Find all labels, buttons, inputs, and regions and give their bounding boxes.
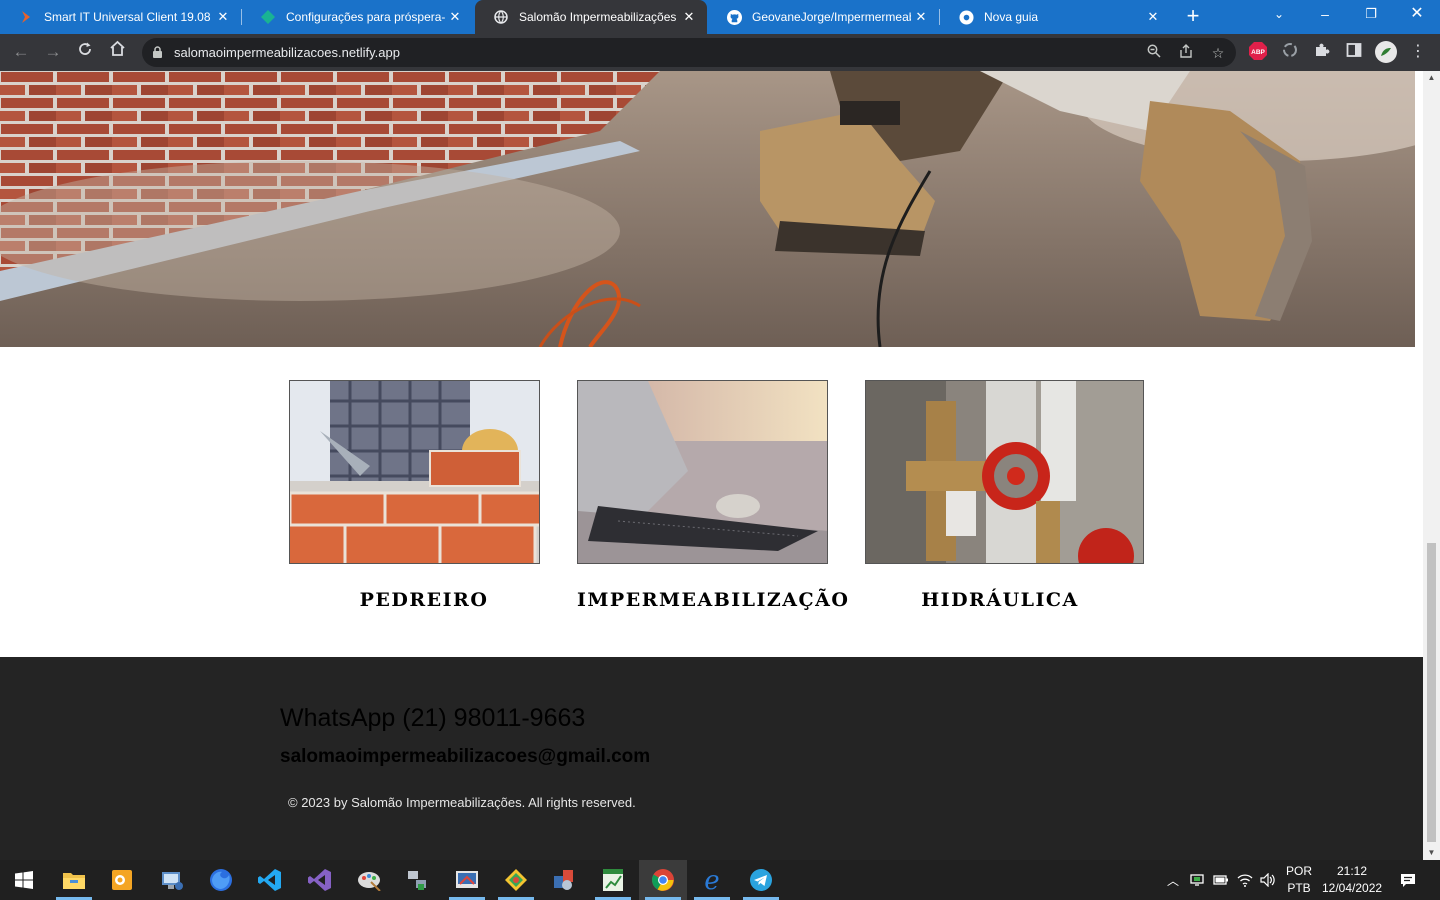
scroll-down-arrow-icon[interactable]: ▼: [1423, 846, 1440, 860]
adblock-icon[interactable]: ABP: [1248, 42, 1268, 62]
url-text: salomaoimpermeabilizacoes.netlify.app: [174, 45, 400, 60]
whatsapp-contact[interactable]: WhatsApp (21) 98011-9663: [280, 704, 585, 733]
site-footer: WhatsApp (21) 98011-9663 salomaoimpermea…: [0, 657, 1423, 860]
close-window-button[interactable]: ✕: [1394, 0, 1440, 30]
battery-icon[interactable]: [1210, 860, 1232, 900]
close-icon[interactable]: ✕: [213, 9, 233, 25]
service-image-hidraulica: [865, 380, 1144, 564]
close-icon[interactable]: ✕: [911, 9, 931, 25]
home-icon: [109, 40, 125, 56]
tab-configuracoes[interactable]: Configurações para próspera-pi ✕: [242, 0, 473, 34]
tab-github[interactable]: GeovaneJorge/Impermermeabil ✕: [708, 0, 939, 34]
keyboard-layout: PTB: [1287, 881, 1311, 895]
profile-avatar[interactable]: [1375, 41, 1397, 63]
scroll-up-arrow-icon[interactable]: ▲: [1423, 71, 1440, 85]
address-bar[interactable]: salomaoimpermeabilizacoes.netlify.app ☆: [142, 38, 1236, 67]
excel-icon[interactable]: [589, 860, 637, 900]
service-label-hidraulica: HIDRÁULICA: [921, 589, 1079, 611]
outlook-icon[interactable]: [98, 860, 146, 900]
chrome-icon[interactable]: [639, 860, 687, 900]
remote-desktop-icon[interactable]: [148, 860, 196, 900]
visual-studio-icon[interactable]: [296, 860, 344, 900]
clock-date: 12/04/2022: [1322, 881, 1383, 895]
tab-title: Smart IT Universal Client 19.08: [44, 10, 211, 24]
file-explorer-icon[interactable]: [50, 860, 98, 900]
wifi-icon[interactable]: [1234, 860, 1256, 900]
notification-center-icon[interactable]: [1394, 860, 1422, 900]
paint-icon[interactable]: [345, 860, 393, 900]
menu-dots-icon[interactable]: ⋮: [1408, 42, 1428, 62]
zoom-icon[interactable]: [1144, 43, 1164, 63]
page-viewport: PEDREIRO IMPERMEABILIZAÇÃO HIDRÁULICA Wh…: [0, 71, 1423, 860]
browser-tab-strip: Smart IT Universal Client 19.08 ✕ Config…: [0, 0, 1440, 34]
chrome-icon: [958, 9, 974, 25]
vscode-icon[interactable]: [246, 860, 294, 900]
restore-button[interactable]: ❐: [1348, 0, 1394, 30]
globe-icon: [493, 9, 509, 25]
email-contact[interactable]: salomaoimpermeabilizacoes@gmail.com: [280, 746, 650, 768]
edge-icon[interactable]: e: [688, 860, 736, 900]
scrollbar-thumb[interactable]: [1427, 543, 1436, 842]
telegram-icon[interactable]: [737, 860, 785, 900]
svg-text:e: e: [704, 868, 719, 892]
tab-smart-it[interactable]: Smart IT Universal Client 19.08 ✕: [0, 0, 241, 34]
language-code: POR: [1285, 864, 1312, 878]
tab-search-icon[interactable]: ⌄: [1256, 0, 1302, 30]
tab-title: Nova guia: [984, 10, 1039, 24]
reload-button[interactable]: [73, 40, 97, 64]
snipping-icon[interactable]: [443, 860, 491, 900]
service-label-impermeabilizacao: IMPERMEABILIZAÇÃO: [577, 589, 850, 611]
office-icon[interactable]: [540, 860, 588, 900]
network-icon[interactable]: [393, 860, 441, 900]
tab-salomao[interactable]: Salomão Impermeabilizações ✕: [475, 0, 707, 34]
home-button[interactable]: [105, 40, 129, 64]
diamond-icon: [260, 9, 276, 25]
reload-icon: [79, 42, 91, 55]
system-clock[interactable]: 21:12 12/04/2022: [1322, 863, 1382, 897]
tab-title: Salomão Impermeabilizações: [519, 10, 677, 24]
clock-time: 21:12: [1336, 864, 1368, 878]
volume-icon[interactable]: [1257, 860, 1279, 900]
bookmark-star-icon[interactable]: ☆: [1208, 43, 1228, 63]
copyright-text: © 2023 by Salomão Impermeabilizações. Al…: [288, 795, 636, 810]
close-icon[interactable]: ✕: [1143, 9, 1163, 25]
lock-icon: [153, 46, 162, 58]
input-language[interactable]: POR PTB: [1284, 863, 1314, 897]
back-button[interactable]: ←: [9, 40, 33, 64]
tab-nova-guia[interactable]: Nova guia ✕: [940, 0, 1171, 34]
browser-toolbar: ← → salomaoimpermeabilizacoes.netlify.ap…: [0, 34, 1440, 71]
windows-start-icon[interactable]: [0, 860, 48, 900]
new-tab-button[interactable]: +: [1182, 4, 1204, 30]
page-scrollbar[interactable]: ▲ ▼: [1423, 71, 1440, 860]
close-icon[interactable]: ✕: [679, 9, 699, 25]
close-icon[interactable]: ✕: [445, 9, 465, 25]
side-panel-icon[interactable]: [1344, 42, 1364, 62]
service-image-impermeabilizacao: [577, 380, 828, 564]
tray-chevron-up-icon[interactable]: ︿: [1162, 860, 1184, 900]
tab-title: Configurações para próspera-pi: [286, 10, 445, 24]
hero-image: [0, 71, 1415, 347]
smart-it-icon: [18, 9, 34, 25]
extension-sync-icon[interactable]: [1280, 42, 1300, 62]
tray-app-icon[interactable]: [1186, 860, 1208, 900]
windows-taskbar: e ︿ POR PTB 21:12 12/04/2022: [0, 860, 1440, 900]
github-icon: [726, 9, 742, 25]
tab-title: GeovaneJorge/Impermermeabil: [752, 10, 911, 24]
minimize-button[interactable]: –: [1302, 0, 1348, 30]
forward-button[interactable]: →: [41, 40, 65, 64]
share-icon[interactable]: [1176, 43, 1196, 63]
service-image-pedreiro: [289, 380, 540, 564]
git-icon[interactable]: [492, 860, 540, 900]
extensions-puzzle-icon[interactable]: [1312, 42, 1332, 62]
svg-text:ABP: ABP: [1251, 49, 1265, 56]
firefox-icon[interactable]: [197, 860, 245, 900]
service-label-pedreiro: PEDREIRO: [359, 589, 489, 611]
